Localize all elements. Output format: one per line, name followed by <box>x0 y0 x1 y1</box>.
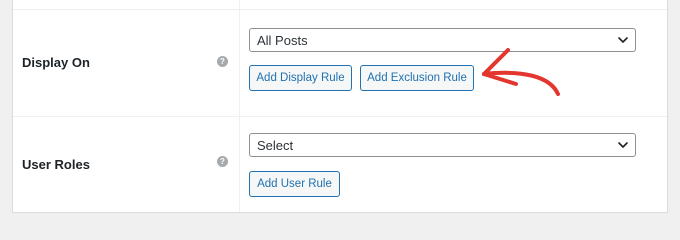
column-divider <box>239 0 240 212</box>
question-icon[interactable]: ? <box>217 56 228 67</box>
chevron-down-icon <box>618 142 628 148</box>
top-divider <box>13 9 667 10</box>
add-display-rule-button[interactable]: Add Display Rule <box>249 65 352 91</box>
question-icon[interactable]: ? <box>217 156 228 167</box>
row-divider <box>13 116 667 117</box>
display-on-select[interactable]: All Posts <box>249 28 636 52</box>
user-roles-label: User Roles <box>22 157 90 172</box>
display-on-label: Display On <box>22 55 90 70</box>
chevron-down-icon <box>618 37 628 43</box>
add-exclusion-rule-button[interactable]: Add Exclusion Rule <box>360 65 474 91</box>
user-roles-select-value: Select <box>257 138 294 153</box>
display-on-select-value: All Posts <box>257 33 308 48</box>
add-user-rule-button[interactable]: Add User Rule <box>249 171 340 197</box>
annotation-arrow-icon <box>482 48 560 96</box>
user-roles-select[interactable]: Select <box>249 133 636 157</box>
